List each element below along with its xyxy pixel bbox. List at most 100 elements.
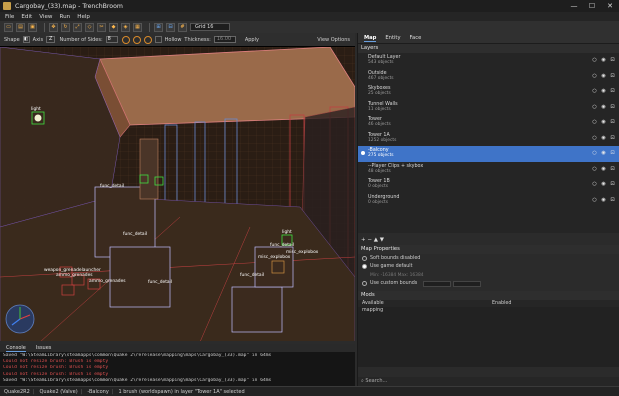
status-bar: Quake2R2 | Quake2 (Valve) | -Balcony | 1… [0,386,619,396]
sides-input[interactable]: 8 [105,36,118,43]
tab-map[interactable]: Map [364,35,377,42]
layer-row[interactable]: Tower 1B 0 objects ○ ◉ ⊡ [358,177,619,193]
grid-size-select[interactable]: Grid 16 [190,23,230,31]
clip-tool-icon[interactable]: ✂ [97,22,106,32]
bounds-min-input[interactable] [423,280,452,287]
layer-row[interactable]: Tunnel Walls 11 objects ○ ◉ ⊡ [358,100,619,116]
omit-export-icon[interactable]: ○ [591,73,598,79]
rotate-tool-icon[interactable]: ↻ [61,22,70,32]
omit-export-icon[interactable]: ○ [591,57,598,63]
status-selection: 1 brush (worldspawn) in layer "Tower 1A"… [118,388,245,395]
entity-label: misc_explobox [258,255,291,260]
menu-file[interactable]: File [5,14,14,20]
edge-tool-icon[interactable]: ◈ [121,22,130,32]
lock-icon[interactable]: ⊡ [609,88,616,94]
move-tool-icon[interactable]: ✥ [49,22,58,32]
omit-export-icon[interactable]: ○ [591,150,598,156]
layer-count: 0 objects [368,184,389,189]
layer-row[interactable]: Skyboxes 25 objects ○ ◉ ⊡ [358,84,619,100]
visibility-eye-icon[interactable]: ◉ [600,197,607,203]
game-default-radio[interactable] [362,264,367,270]
layer-name: Tunnel Walls [368,101,398,107]
layer-row[interactable]: Underground 0 objects ○ ◉ ⊡ [358,193,619,209]
minimize-button[interactable]: — [565,0,583,12]
layer-row[interactable]: Default Layer 543 objects ○ ◉ ⊡ [358,53,619,69]
tab-issues[interactable]: Issues [36,345,52,351]
save-icon[interactable]: ▣ [28,22,37,32]
layer-row[interactable]: --Player Clips + skybox 48 objects ○ ◉ ⊡ [358,162,619,178]
console-tabs: Console Issues [0,344,355,352]
3d-viewport[interactable]: light func_detail func_detail func_detai… [0,46,355,341]
view-options-button[interactable]: View Options [317,37,350,43]
bounds-max-input[interactable] [453,280,482,287]
soft-bounds-option[interactable]: Soft bounds disabled [358,254,619,263]
tab-entity[interactable]: Entity [385,35,400,41]
lock-icon[interactable]: ⊡ [609,166,616,172]
tab-face[interactable]: Face [410,35,422,41]
lock-icon[interactable]: ⊡ [609,181,616,187]
layer-count: 48 objects [368,168,391,174]
custom-bounds-option[interactable]: Use custom bounds [358,280,619,289]
circle-scaled-icon[interactable] [132,35,141,44]
grid-icon[interactable]: # [178,22,187,32]
open-icon[interactable]: ▤ [16,22,25,32]
omit-export-icon[interactable]: ○ [591,88,598,94]
visibility-eye-icon[interactable]: ◉ [600,181,607,187]
layer-row[interactable]: Tower 1A 1252 objects ○ ◉ ⊡ [358,131,619,147]
new-document-icon[interactable]: ▭ [4,22,13,32]
omit-export-icon[interactable]: ○ [591,197,598,203]
search-input[interactable]: ⌕ Search... [358,377,619,386]
maximize-button[interactable]: ☐ [583,0,601,12]
lock-icon[interactable]: ⊡ [609,197,616,203]
omit-export-icon[interactable]: ○ [591,166,598,172]
visibility-eye-icon[interactable]: ◉ [600,73,607,79]
vertex-tool-icon[interactable]: ◆ [109,22,118,32]
layer-toolbar[interactable]: + − ▲ ▼ [358,236,619,244]
omit-export-icon[interactable]: ○ [591,181,598,187]
circle-mode-icon[interactable] [121,35,130,44]
circle-vertex-icon[interactable] [143,35,152,44]
visibility-eye-icon[interactable]: ◉ [600,88,607,94]
omit-export-icon[interactable]: ○ [591,135,598,141]
axis-select[interactable]: Z [46,36,56,43]
scale-tool-icon[interactable]: ⤢ [73,22,82,32]
layer-row[interactable]: -Balcony 275 objects ○ ◉ ⊡ [358,146,619,162]
cylinder-shape-icon[interactable]: ◧ [22,36,30,43]
tab-console[interactable]: Console [6,345,26,352]
lock-icon[interactable]: ⊡ [609,57,616,63]
shear-tool-icon[interactable]: ◇ [85,22,94,32]
visibility-eye-icon[interactable]: ◉ [600,119,607,125]
face-tool-icon[interactable]: ▦ [133,22,142,32]
menu-edit[interactable]: Edit [21,14,32,20]
layer-row[interactable]: Outside 467 objects ○ ◉ ⊡ [358,69,619,85]
lock-icon[interactable]: ⊡ [609,135,616,141]
lock-icon[interactable]: ⊡ [609,119,616,125]
thickness-input[interactable]: 16.00 [213,36,236,43]
omit-export-icon[interactable]: ○ [591,104,598,110]
soft-bounds-radio[interactable] [362,255,367,261]
visibility-eye-icon[interactable]: ◉ [600,57,607,63]
visibility-eye-icon[interactable]: ◉ [600,166,607,172]
close-button[interactable]: ✕ [601,0,619,12]
layer-row[interactable]: Tower 46 objects ○ ◉ ⊡ [358,115,619,131]
lock-icon[interactable]: ⊡ [609,150,616,156]
menu-view[interactable]: View [39,14,52,20]
visibility-eye-icon[interactable]: ◉ [600,135,607,141]
mod-item[interactable]: mapping [358,307,619,314]
hollow-checkbox[interactable] [154,36,162,43]
visibility-eye-icon[interactable]: ◉ [600,150,607,156]
menu-bar: File Edit View Run Help [0,12,619,21]
entity-label: func_detail [100,184,125,189]
uv-lock-icon[interactable]: ⊟ [166,22,175,32]
visibility-eye-icon[interactable]: ◉ [600,104,607,110]
lock-icon[interactable]: ⊡ [609,73,616,79]
lock-icon[interactable]: ⊡ [609,104,616,110]
apply-button[interactable]: Apply [242,37,262,43]
game-default-option[interactable]: Use game default [358,263,619,272]
menu-help[interactable]: Help [77,14,90,20]
window-controls: — ☐ ✕ [565,0,619,12]
menu-run[interactable]: Run [60,14,71,20]
custom-bounds-radio[interactable] [362,281,367,287]
omit-export-icon[interactable]: ○ [591,119,598,125]
texture-lock-icon[interactable]: ⊞ [154,22,163,32]
